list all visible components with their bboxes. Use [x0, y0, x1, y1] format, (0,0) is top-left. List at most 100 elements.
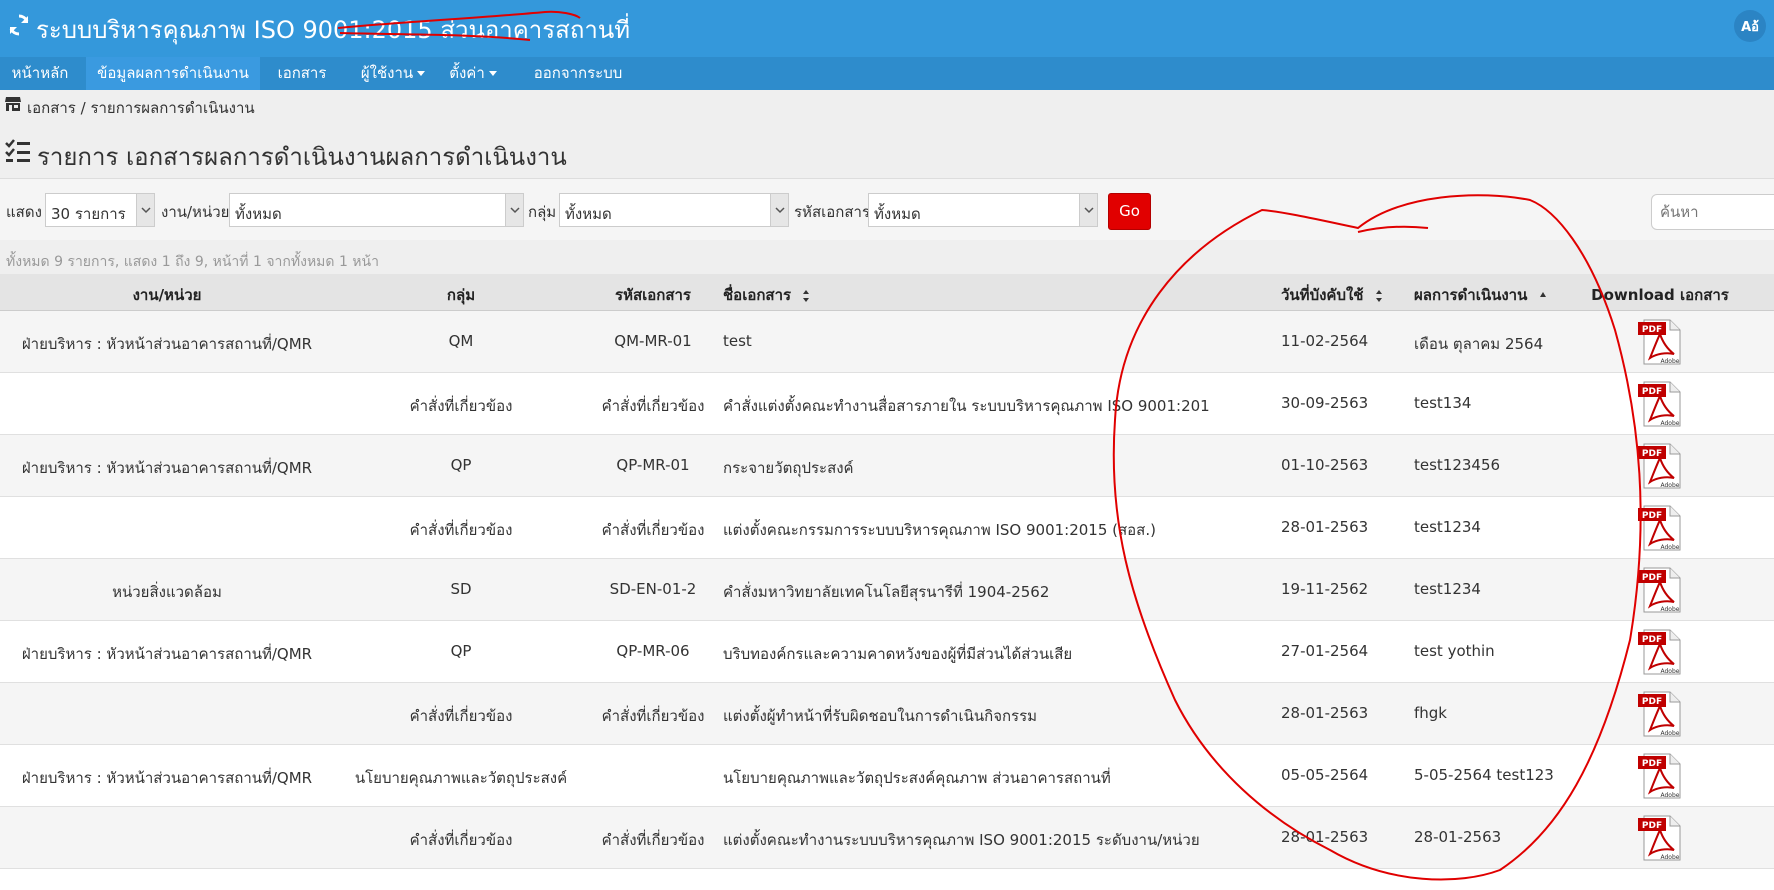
- cell-doc-name: แต่งตั้งผู้ทำหน้าที่รับผิดชอบในการดำเนิน…: [723, 707, 1038, 725]
- cell-unit: ฝ่ายบริหาร : หัวหน้าส่วนอาคารสถานที่/QMR: [21, 335, 313, 353]
- pdf-download-icon[interactable]: PDF Adobe: [1636, 690, 1684, 738]
- cell-group: QP: [450, 456, 472, 474]
- cell-doc-name: กระจายวัตถุประสงค์: [723, 459, 854, 477]
- record-summary: ทั้งหมด 9 รายการ, แสดง 1 ถึง 9, หน้าที่ …: [6, 254, 379, 270]
- pdf-icon-label: PDF: [1642, 635, 1662, 645]
- cell-doc-code: QP-MR-06: [616, 642, 690, 660]
- chevron-down-icon: [770, 194, 788, 226]
- cell-unit: ฝ่ายบริหาร : หัวหน้าส่วนอาคารสถานที่/QMR: [21, 645, 313, 663]
- adobe-label: Adobe: [1661, 358, 1680, 365]
- pdf-download-icon[interactable]: PDF Adobe: [1636, 752, 1684, 800]
- cell-effective-date: 28-01-2563: [1281, 828, 1369, 846]
- cell-group: QP: [450, 642, 472, 660]
- group-select[interactable]: ทั้งหมด: [559, 193, 789, 227]
- cell-doc-code: QP-MR-01: [616, 456, 690, 474]
- cell-unit: ฝ่ายบริหาร : หัวหน้าส่วนอาคารสถานที่/QMR: [21, 769, 313, 787]
- nav-users-dropdown[interactable]: ผู้ใช้งาน: [356, 57, 430, 90]
- header-unit: งาน/หน่วย: [132, 286, 202, 304]
- caret-down-icon: [417, 71, 426, 76]
- cell-group: คำสั่งที่เกี่ยวข้อง: [409, 831, 513, 849]
- cell-effective-date: 27-01-2564: [1281, 642, 1369, 660]
- cell-unit: หน่วยสิ่งแวดล้อม: [112, 583, 222, 601]
- table-row: หน่วยสิ่งแวดล้อม SD SD-EN-01-2 คำสั่งมหาวิท…: [0, 559, 1774, 621]
- table-row: คำสั่งที่เกี่ยวข้อง คำสั่งที่เกี่ยวข้อง แต…: [0, 807, 1774, 869]
- table-row: คำสั่งที่เกี่ยวข้อง คำสั่งที่เกี่ยวข้อง แต…: [0, 497, 1774, 559]
- show-count-select[interactable]: 30 รายการ: [45, 193, 155, 227]
- pdf-download-icon[interactable]: PDF Adobe: [1636, 442, 1684, 490]
- show-count-value: 30 รายการ: [51, 205, 126, 223]
- group-label: กลุ่ม: [528, 203, 557, 221]
- search-input[interactable]: [1651, 194, 1774, 230]
- pdf-icon-label: PDF: [1642, 511, 1662, 521]
- table-row: ฝ่ายบริหาร : หัวหน้าส่วนอาคารสถานที่/QMR…: [0, 311, 1774, 373]
- cell-doc-code: คำสั่งที่เกี่ยวข้อง: [601, 831, 705, 849]
- pdf-icon-label: PDF: [1642, 573, 1662, 583]
- go-button[interactable]: Go: [1108, 193, 1151, 230]
- header-doc-code: รหัสเอกสาร: [615, 286, 691, 304]
- pdf-icon-label: PDF: [1642, 821, 1662, 831]
- cell-effective-date: 01-10-2563: [1281, 456, 1369, 474]
- pdf-download-icon[interactable]: PDF Adobe: [1636, 318, 1684, 366]
- chevron-down-icon: [505, 194, 523, 226]
- caret-down-icon: [488, 71, 497, 76]
- chevron-down-icon: [136, 194, 154, 226]
- cell-doc-name: คำสั่งมหาวิทยาลัยเทคโนโลยีสุรนารีที่ 190…: [723, 583, 1050, 601]
- cell-group: SD: [450, 580, 472, 598]
- adobe-label: Adobe: [1661, 854, 1680, 861]
- sort-both-icon: [803, 289, 810, 302]
- breadcrumb: เอกสาร / รายการผลการดำเนินงาน: [27, 99, 255, 117]
- cell-result: test134: [1414, 394, 1472, 412]
- cell-effective-date: 30-09-2563: [1281, 394, 1369, 412]
- unit-select[interactable]: ทั้งหมด: [229, 193, 524, 227]
- store-icon: [5, 97, 21, 111]
- chevron-down-icon: [1079, 194, 1097, 226]
- cell-result: test1234: [1414, 518, 1481, 536]
- cell-group: คำสั่งที่เกี่ยวข้อง: [409, 397, 513, 415]
- header-result[interactable]: ผลการดำเนินงาน: [1414, 283, 1547, 307]
- cell-group: คำสั่งที่เกี่ยวข้อง: [409, 521, 513, 539]
- cell-doc-name: นโยบายคุณภาพและวัตถุประสงค์คุณภาพ ส่วนอา…: [723, 769, 1111, 787]
- nav-documents[interactable]: เอกสาร: [270, 57, 334, 90]
- user-avatar-icon[interactable]: Aอ้: [1734, 10, 1766, 42]
- pdf-download-icon[interactable]: PDF Adobe: [1636, 566, 1684, 614]
- table-row: ฝ่ายบริหาร : หัวหน้าส่วนอาคารสถานที่/QMR…: [0, 621, 1774, 683]
- pdf-icon-label: PDF: [1642, 325, 1662, 335]
- header-group: กลุ่ม: [446, 286, 476, 304]
- group-value: ทั้งหมด: [565, 205, 612, 223]
- header-download: Download เอกสาร: [1591, 286, 1729, 304]
- show-label: แสดง: [6, 203, 42, 221]
- cell-doc-name: test: [723, 332, 752, 350]
- adobe-label: Adobe: [1661, 420, 1680, 427]
- pdf-download-icon[interactable]: PDF Adobe: [1636, 628, 1684, 676]
- nav-performance-data[interactable]: ข้อมูลผลการดำเนินงาน: [86, 57, 260, 90]
- adobe-label: Adobe: [1661, 730, 1680, 737]
- cell-result: fhgk: [1414, 704, 1447, 722]
- nav-home[interactable]: หน้าหลัก: [0, 57, 80, 90]
- page-title: รายการ เอกสารผลการดำเนินงานผลการดำเนินงา…: [37, 143, 567, 171]
- nav-settings-dropdown[interactable]: ตั้งค่า: [444, 57, 502, 90]
- table-bottom-spacer: [0, 869, 1774, 890]
- cell-effective-date: 11-02-2564: [1281, 332, 1369, 350]
- header-doc-name[interactable]: ชื่อเอกสาร: [723, 283, 810, 307]
- header-effective-date[interactable]: วันที่บังคับใช้: [1281, 283, 1383, 307]
- cell-doc-name: แต่งตั้งคณะกรรมการระบบบริหารคุณภาพ ISO 9…: [723, 521, 1156, 539]
- pdf-download-icon[interactable]: PDF Adobe: [1636, 504, 1684, 552]
- cell-group: คำสั่งที่เกี่ยวข้อง: [409, 707, 513, 725]
- doc-code-value: ทั้งหมด: [874, 205, 921, 223]
- pdf-download-icon[interactable]: PDF Adobe: [1636, 380, 1684, 428]
- cell-doc-name: คำสั่งแต่งตั้งคณะทำงานสื่อสารภายใน ระบบบ…: [723, 397, 1210, 415]
- table-row: ฝ่ายบริหาร : หัวหน้าส่วนอาคารสถานที่/QMR…: [0, 435, 1774, 497]
- pdf-download-icon[interactable]: PDF Adobe: [1636, 814, 1684, 862]
- pdf-icon-label: PDF: [1642, 759, 1662, 769]
- cell-doc-code: คำสั่งที่เกี่ยวข้อง: [601, 521, 705, 539]
- nav-logout[interactable]: ออกจากระบบ: [518, 57, 638, 90]
- main-navbar: หน้าหลัก ข้อมูลผลการดำเนินงาน เอกสาร ผู้…: [0, 57, 1774, 90]
- table-row: คำสั่งที่เกี่ยวข้อง คำสั่งที่เกี่ยวข้อง คำ…: [0, 373, 1774, 435]
- doc-code-select[interactable]: ทั้งหมด: [868, 193, 1098, 227]
- table-row: ฝ่ายบริหาร : หัวหน้าส่วนอาคารสถานที่/QMR…: [0, 745, 1774, 807]
- unit-label: งาน/หน่วย: [161, 203, 230, 221]
- cell-result: 28-01-2563: [1414, 828, 1502, 846]
- cell-group: QM: [448, 332, 474, 350]
- cell-doc-code: คำสั่งที่เกี่ยวข้อง: [601, 397, 705, 415]
- adobe-label: Adobe: [1661, 544, 1680, 551]
